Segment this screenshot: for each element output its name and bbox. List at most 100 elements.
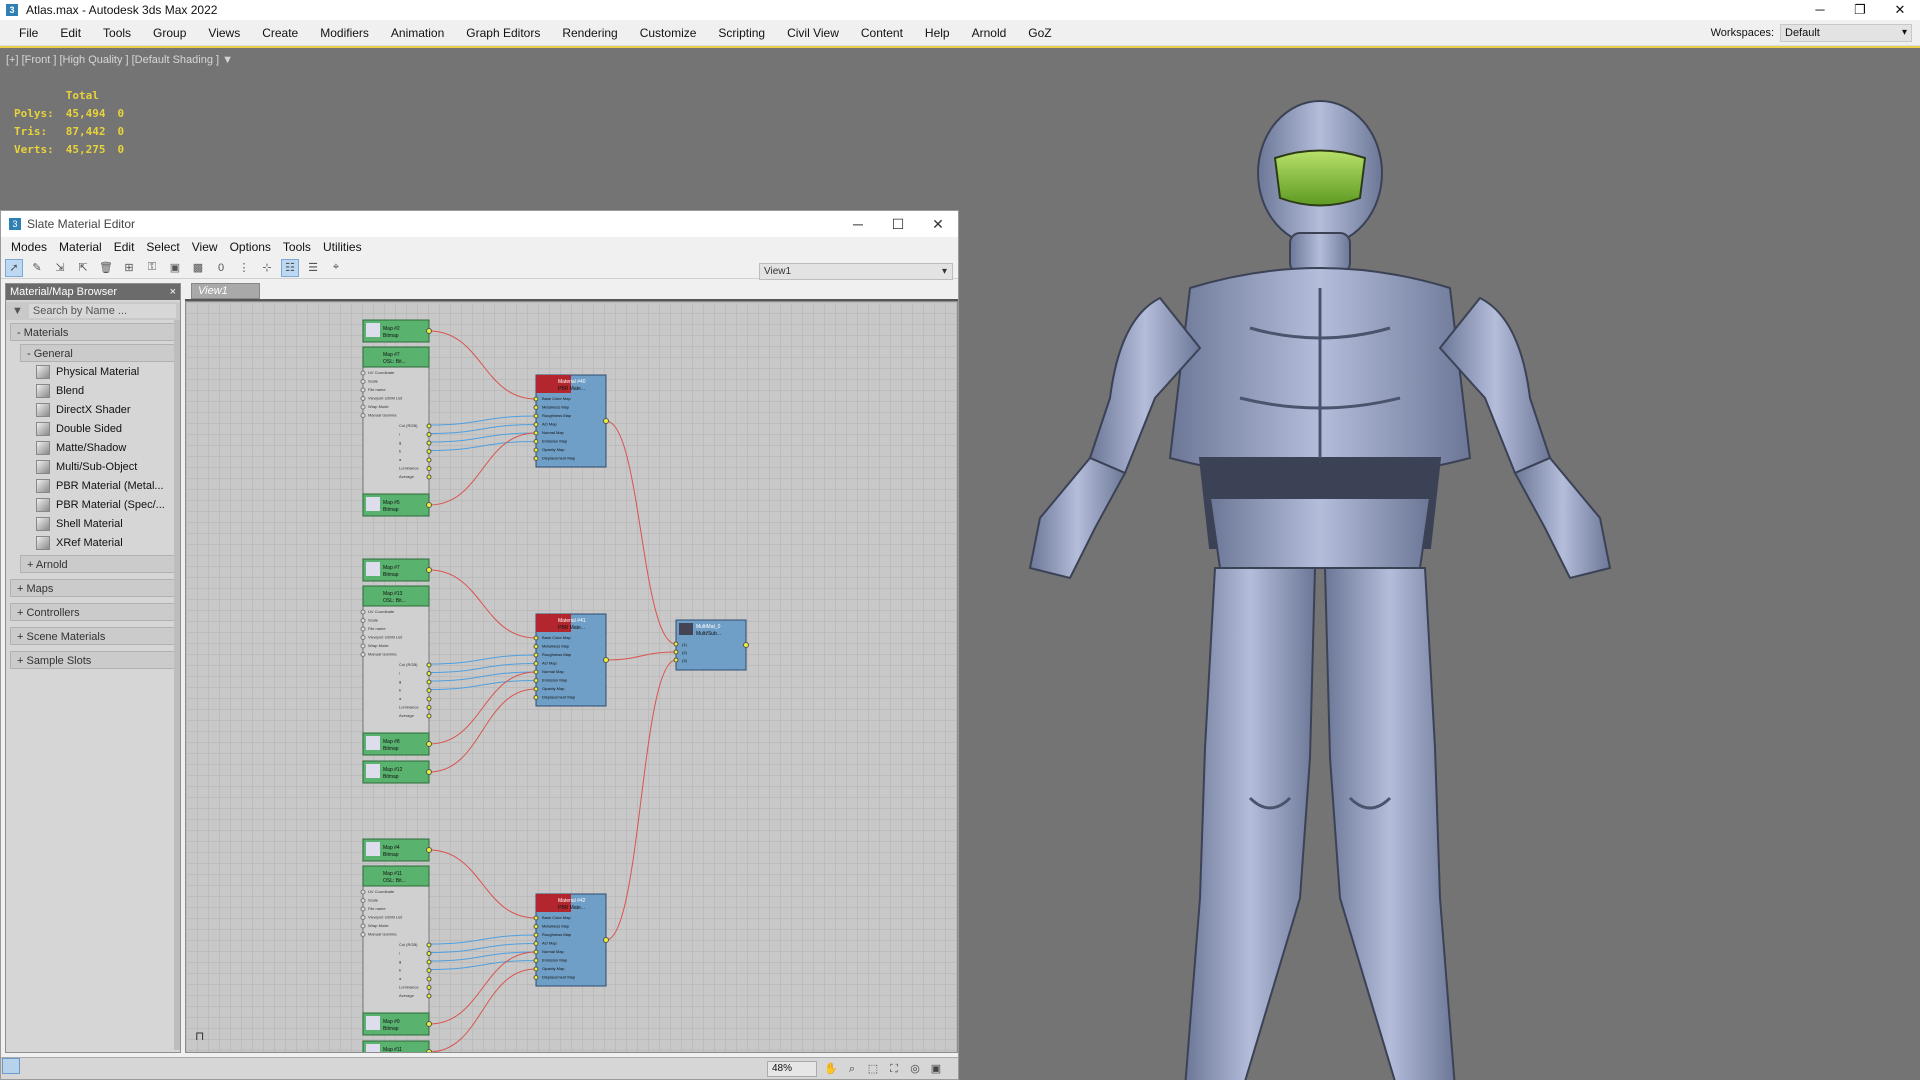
parameter-editor-icon[interactable]: ☰ <box>304 259 322 277</box>
material-item[interactable]: Multi/Sub-Object <box>36 457 180 476</box>
input-socket[interactable] <box>533 686 539 692</box>
material-item[interactable]: PBR Material (Spec/... <box>36 495 180 514</box>
material-item[interactable]: PBR Material (Metal... <box>36 476 180 495</box>
pan-icon[interactable]: ✋ <box>823 1061 839 1077</box>
view-select-dropdown[interactable]: View1 <box>759 263 953 280</box>
output-socket[interactable] <box>426 671 432 676</box>
browser-close-button[interactable]: × <box>170 284 176 300</box>
menu-graph-editors[interactable]: Graph Editors <box>455 20 551 46</box>
input-socket[interactable] <box>360 404 366 410</box>
assign-material-icon[interactable]: ⇲ <box>51 259 69 277</box>
input-socket[interactable] <box>360 370 366 376</box>
input-socket[interactable] <box>533 447 539 453</box>
input-socket[interactable] <box>673 641 679 647</box>
input-socket[interactable] <box>360 618 366 623</box>
output-socket[interactable] <box>426 432 432 437</box>
input-socket[interactable] <box>533 932 539 938</box>
input-socket[interactable] <box>533 422 539 427</box>
input-socket[interactable] <box>533 678 539 683</box>
output-socket[interactable] <box>426 1021 432 1027</box>
menu-scripting[interactable]: Scripting <box>707 20 776 46</box>
input-socket[interactable] <box>360 915 366 920</box>
input-socket[interactable] <box>533 924 539 929</box>
show-map-icon[interactable]: ▣ <box>166 259 184 277</box>
group-materials[interactable]: - Materials <box>10 323 176 341</box>
slate-menu-utilities[interactable]: Utilities <box>317 240 368 254</box>
input-socket[interactable] <box>533 439 539 444</box>
menu-edit[interactable]: Edit <box>49 20 92 46</box>
armor-character-model[interactable] <box>1000 98 1640 1080</box>
browser-scrollbar[interactable] <box>174 320 180 1050</box>
menu-create[interactable]: Create <box>251 20 309 46</box>
restore-button[interactable]: ❐ <box>1840 0 1880 20</box>
input-socket[interactable] <box>533 695 539 700</box>
navigator-icon[interactable]: ⌖ <box>327 259 345 277</box>
background-icon[interactable]: ▩ <box>189 259 207 277</box>
layout-icon[interactable]: ⋮ <box>235 259 253 277</box>
menu-help[interactable]: Help <box>914 20 961 46</box>
slate-menu-select[interactable]: Select <box>140 240 185 254</box>
menu-civil-view[interactable]: Civil View <box>776 20 850 46</box>
filter-icon[interactable]: ▼ <box>222 54 233 66</box>
input-socket[interactable] <box>533 430 539 436</box>
input-socket[interactable] <box>533 915 539 921</box>
material-item[interactable]: Physical Material <box>36 362 180 381</box>
material-item[interactable]: Matte/Shadow <box>36 438 180 457</box>
slate-minimize-button[interactable]: ─ <box>838 211 878 237</box>
input-socket[interactable] <box>360 652 366 657</box>
zoom-icon[interactable]: ⌕ <box>844 1061 860 1077</box>
output-socket[interactable] <box>603 418 609 424</box>
slate-menu-modes[interactable]: Modes <box>5 240 53 254</box>
output-socket[interactable] <box>426 985 432 990</box>
input-socket[interactable] <box>533 644 539 649</box>
menu-views[interactable]: Views <box>197 20 251 46</box>
browser-group[interactable]: + Sample Slots <box>10 651 176 669</box>
output-socket[interactable] <box>426 688 432 693</box>
lock-view-icon[interactable]: ⊓ <box>195 1029 211 1045</box>
output-socket[interactable] <box>426 440 432 446</box>
menu-file[interactable]: File <box>8 20 49 46</box>
pick-material-icon[interactable]: ✎ <box>28 259 46 277</box>
material-item[interactable]: XRef Material <box>36 533 180 552</box>
select-tool-icon[interactable]: ➚ <box>5 258 23 277</box>
slate-maximize-button[interactable]: ☐ <box>878 211 918 237</box>
node-view-canvas[interactable]: Map #2 Bitmap Map #7 OSL: Bit... UV Coordina… <box>185 301 958 1053</box>
output-socket[interactable] <box>603 657 609 663</box>
material-browser-toggle-icon[interactable]: ☷ <box>281 258 299 277</box>
input-socket[interactable] <box>360 898 366 903</box>
input-socket[interactable] <box>360 609 366 615</box>
output-socket[interactable] <box>426 705 432 710</box>
output-socket[interactable] <box>426 567 432 573</box>
browser-group[interactable]: + Maps <box>10 579 176 597</box>
chevron-down-icon[interactable]: ▼ <box>12 305 23 317</box>
menu-group[interactable]: Group <box>142 20 197 46</box>
minimize-button[interactable]: ─ <box>1800 0 1840 20</box>
input-socket[interactable] <box>360 626 366 632</box>
output-socket[interactable] <box>426 968 432 973</box>
output-socket[interactable] <box>426 847 432 853</box>
output-socket[interactable] <box>426 696 432 702</box>
material-item[interactable]: DirectX Shader <box>36 400 180 419</box>
viewport-label[interactable]: [+] [Front ] [High Quality ] [Default Sh… <box>6 54 233 66</box>
tab-view1[interactable]: View1 <box>191 283 260 299</box>
script-listener-icon[interactable] <box>2 1058 20 1074</box>
menu-content[interactable]: Content <box>850 20 914 46</box>
output-socket[interactable] <box>603 937 609 943</box>
output-socket[interactable] <box>743 642 749 648</box>
menu-customize[interactable]: Customize <box>629 20 708 46</box>
output-socket[interactable] <box>426 457 432 463</box>
output-socket[interactable] <box>426 959 432 965</box>
lock-icon[interactable]: ⚿ <box>143 259 161 277</box>
move-children-icon[interactable]: ⇱ <box>74 259 92 277</box>
input-socket[interactable] <box>360 379 366 384</box>
output-socket[interactable] <box>426 449 432 454</box>
input-socket[interactable] <box>360 635 366 640</box>
input-socket[interactable] <box>533 405 539 410</box>
output-socket[interactable] <box>426 679 432 685</box>
input-socket[interactable] <box>533 413 539 419</box>
output-socket[interactable] <box>426 993 432 999</box>
search-input[interactable]: Search by Name ... <box>28 304 176 318</box>
output-socket[interactable] <box>426 662 432 668</box>
slate-menu-material[interactable]: Material <box>53 240 108 254</box>
center-view-icon[interactable]: ▣ <box>928 1061 944 1077</box>
